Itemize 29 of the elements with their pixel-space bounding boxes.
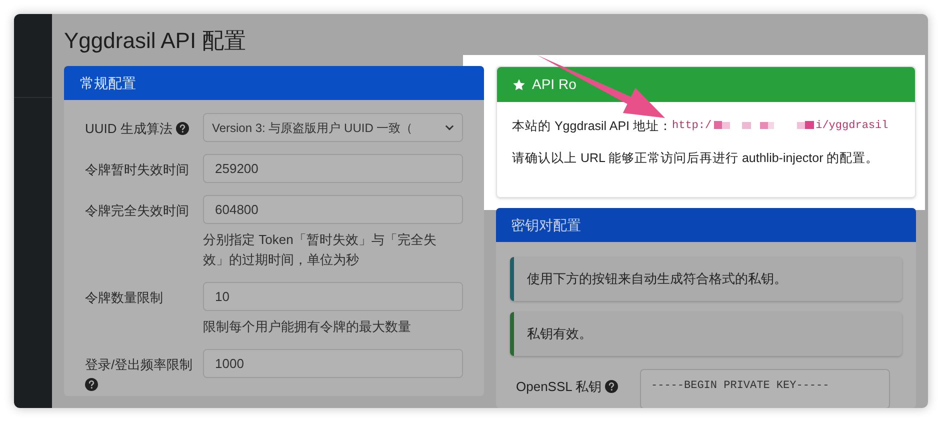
page-title: Yggdrasil API 配置	[64, 27, 248, 55]
help-icon[interactable]	[605, 380, 618, 393]
url-start: http:/	[672, 119, 712, 134]
card-header: 常规配置	[64, 66, 484, 100]
private-key-field[interactable]: -----BEGIN PRIVATE KEY-----	[640, 369, 890, 408]
note-text: 请确认以上 URL 能够正常访问后再进行 authlib-injector 的配置。	[512, 150, 880, 167]
field-label: UUID 生成算法	[85, 121, 172, 136]
help-icon[interactable]	[176, 122, 190, 135]
address-label: 本站的 Yggdrasil API 地址：	[512, 118, 672, 135]
card-title: API Ro	[532, 75, 576, 94]
input-field[interactable]: 259200	[203, 154, 463, 183]
callout-text: 使用下方的按钮来自动生成符合格式的私钥。	[526, 270, 788, 288]
callout-text: 私钥有效。	[526, 325, 593, 344]
help-icon[interactable]	[85, 378, 98, 391]
star-icon	[512, 78, 526, 92]
field-label: 令牌数量限制	[85, 290, 163, 305]
url-end: i/yggdrasil	[816, 119, 888, 134]
input-field[interactable]: 1000	[203, 349, 463, 378]
chevron-down-icon	[445, 123, 454, 132]
input-field[interactable]: 604800	[203, 195, 463, 224]
input-field[interactable]: 10	[203, 282, 463, 311]
field-label: 登录/登出频率限制	[85, 357, 193, 372]
card-header: 密钥对配置	[496, 208, 916, 242]
field-label: 令牌暂时失效时间	[85, 162, 189, 177]
help-text: 分别指定 Token「暂时失效」与「完全失效」的过期时间，单位为秒	[203, 231, 438, 269]
select-field[interactable]: Version 3: 与原盗版用户 UUID 一致（	[203, 113, 463, 142]
field-label: 令牌完全失效时间	[85, 203, 189, 218]
field-label: OpenSSL 私钥	[516, 379, 602, 394]
help-text: 限制每个用户能拥有令牌的最大数量	[203, 318, 412, 336]
